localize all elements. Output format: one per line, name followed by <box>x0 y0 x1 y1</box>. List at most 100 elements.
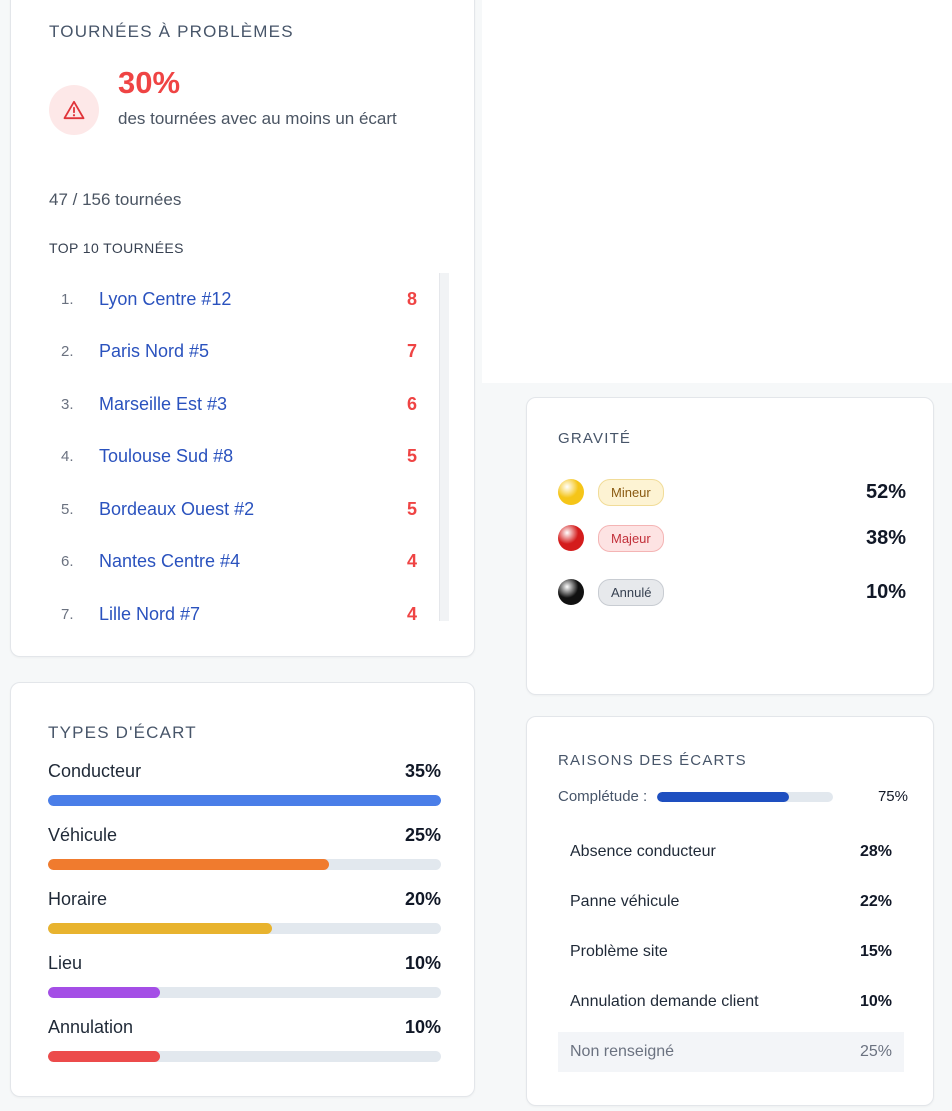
top-tour-row[interactable]: 4. Toulouse Sud #8 5 <box>49 431 449 484</box>
reason-label: Problème site <box>570 943 668 960</box>
deviation-type-label: Annulation <box>48 1017 134 1037</box>
top-tour-row[interactable]: 5. Bordeaux Ouest #2 5 <box>49 483 449 536</box>
deviation-types-card: TYPES D'ÉCART Conducteur 35% Véhicule 25% Ho… <box>10 682 475 1097</box>
top-tour-link[interactable]: Marseille Est #3 <box>99 394 387 415</box>
severity-percentage: 10% <box>865 580 906 603</box>
top-tours-list[interactable]: 1. Lyon Centre #12 8 2. Paris Nord #5 7 3. Mars… <box>49 273 449 621</box>
reason-row-unfilled: Non renseigné 25% <box>558 1032 904 1072</box>
top-tour-rank: 3. <box>61 395 74 413</box>
deviation-type-item: Véhicule 25% <box>48 825 441 889</box>
reason-percentage: 15% <box>859 943 892 960</box>
reason-label: Absence conducteur <box>570 843 716 860</box>
deviation-reasons-card: RAISONS DES ÉCARTS Complétude : 75% Abse… <box>526 716 934 1106</box>
top-tour-count: 6 <box>406 393 417 414</box>
top-tour-count: 7 <box>406 341 417 362</box>
warning-triangle-icon <box>63 100 85 120</box>
severity-title: GRAVITÉ <box>558 430 632 447</box>
severity-badge: Annulé <box>598 578 665 606</box>
problem-tours-title: TOURNÉES À PROBLÈMES <box>49 22 294 41</box>
deviation-type-item: Horaire 20% <box>48 889 441 953</box>
reason-label: Panne véhicule <box>570 893 680 910</box>
top-tour-link[interactable]: Nantes Centre #4 <box>99 551 387 572</box>
completeness-percentage: 75% <box>877 788 908 805</box>
deviation-type-percentage: 35% <box>404 761 441 781</box>
deviation-type-header: Véhicule 25% <box>48 825 441 849</box>
deviation-type-item: Lieu 10% <box>48 953 441 1017</box>
problem-description: des tournées avec au moins un écart <box>118 109 397 128</box>
completeness-label: Complétude : <box>558 788 648 805</box>
deviation-types-title: TYPES D'ÉCART <box>48 723 197 742</box>
severity-percentage: 38% <box>865 526 906 549</box>
deviation-type-bar <box>48 795 441 806</box>
deviation-type-fill <box>48 795 441 806</box>
warning-badge <box>49 85 99 135</box>
top-tour-row[interactable]: 3. Marseille Est #3 6 <box>49 378 449 431</box>
top-tours-title: TOP 10 TOURNÉES <box>49 240 184 256</box>
severity-dot-icon <box>558 479 584 505</box>
problem-count: 47 / 156 tournées <box>49 190 182 209</box>
reason-percentage: 22% <box>859 893 892 910</box>
deviation-types-list: Conducteur 35% Véhicule 25% Horaire 20% Lieu 10… <box>48 761 441 1081</box>
deviation-type-label: Horaire <box>48 889 108 909</box>
deviation-type-fill <box>48 1051 161 1062</box>
top-tour-link[interactable]: Lille Nord #7 <box>99 604 387 621</box>
reason-label: Non renseigné <box>570 1043 675 1060</box>
deviation-type-label: Lieu <box>48 953 83 973</box>
completeness-row: Complétude : 75% <box>558 788 908 805</box>
severity-badge: Mineur <box>598 478 664 506</box>
top-tour-rank: 4. <box>61 448 74 466</box>
top-tour-row[interactable]: 6. Nantes Centre #4 4 <box>49 536 449 589</box>
top-tour-link[interactable]: Toulouse Sud #8 <box>99 446 387 467</box>
severity-dot-icon <box>558 525 584 551</box>
deviation-type-label: Conducteur <box>48 761 142 781</box>
problem-tours-card: TOURNÉES À PROBLÈMES 30% des tournées av… <box>10 0 475 657</box>
top-tour-rank: 6. <box>61 553 74 571</box>
completeness-bar <box>657 791 834 802</box>
severity-percentage: 52% <box>865 480 906 503</box>
deviation-type-percentage: 25% <box>404 825 441 845</box>
reason-percentage: 25% <box>859 1043 892 1060</box>
deviation-type-percentage: 10% <box>404 1017 441 1037</box>
top-tour-rank: 1. <box>61 290 74 308</box>
top-tour-rank: 2. <box>61 343 74 361</box>
top-tour-row[interactable]: 1. Lyon Centre #12 8 <box>49 273 449 326</box>
reason-row: Absence conducteur 28% <box>558 827 904 877</box>
top-tour-count: 5 <box>406 498 417 519</box>
severity-list: Mineur 52% Majeur 38% Annulé 10% <box>558 473 906 619</box>
deviation-type-percentage: 10% <box>404 953 441 973</box>
severity-badge: Majeur <box>598 524 664 552</box>
deviation-type-fill <box>48 859 329 870</box>
deviation-type-header: Annulation 10% <box>48 1017 441 1041</box>
top-tour-count: 5 <box>406 446 417 467</box>
completeness-fill <box>657 791 790 802</box>
deviation-type-item: Annulation 10% <box>48 1017 441 1081</box>
severity-card: GRAVITÉ Mineur 52% Majeur 38% Annulé 10% <box>526 397 934 695</box>
deviation-type-header: Lieu 10% <box>48 953 441 977</box>
top-tour-row[interactable]: 7. Lille Nord #7 4 <box>49 588 449 621</box>
deviation-type-bar <box>48 1051 441 1062</box>
top-tour-link[interactable]: Bordeaux Ouest #2 <box>99 499 387 520</box>
severity-row: Annulé 10% <box>558 549 906 619</box>
top-tour-rank: 7. <box>61 605 74 621</box>
background-panel <box>482 0 952 383</box>
deviation-type-bar <box>48 859 441 870</box>
reason-row: Problème site 15% <box>558 927 904 977</box>
top-tour-link[interactable]: Lyon Centre #12 <box>99 289 387 310</box>
deviation-type-header: Horaire 20% <box>48 889 441 913</box>
deviation-type-bar <box>48 923 441 934</box>
deviation-type-percentage: 20% <box>404 889 441 909</box>
top-tour-link[interactable]: Paris Nord #5 <box>99 341 387 362</box>
deviation-reasons-title: RAISONS DES ÉCARTS <box>558 752 747 769</box>
top-tour-count: 4 <box>406 603 417 621</box>
severity-dot-icon <box>558 579 584 605</box>
top-tour-count: 4 <box>406 551 417 572</box>
top-tour-row[interactable]: 2. Paris Nord #5 7 <box>49 326 449 379</box>
deviation-type-label: Véhicule <box>48 825 118 845</box>
deviation-type-header: Conducteur 35% <box>48 761 441 785</box>
deviation-type-item: Conducteur 35% <box>48 761 441 825</box>
reason-percentage: 28% <box>859 843 892 860</box>
reason-row: Annulation demande client 10% <box>558 977 904 1027</box>
top-tour-rank: 5. <box>61 500 74 518</box>
top-tour-count: 8 <box>406 288 417 309</box>
reason-label: Annulation demande client <box>570 993 759 1010</box>
